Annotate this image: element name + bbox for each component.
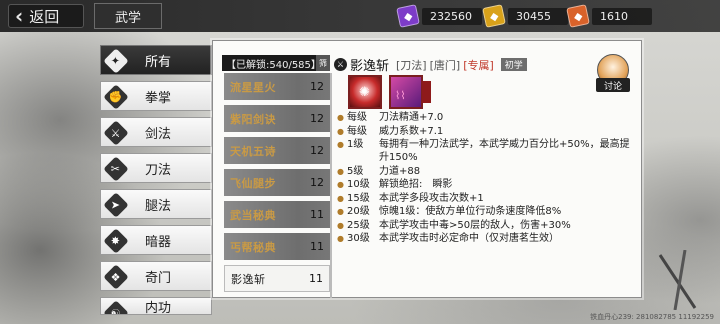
skill-item[interactable]: 丐帮秘典 11	[224, 233, 330, 260]
effect-row: ● 1级 每拥有一种刀法武学，本武学威力百分比+50%，最高提升150%	[337, 139, 630, 163]
currency-gold: ◆ 30455	[482, 4, 568, 28]
player-info: 铁血丹心239: 281082785 11192259	[590, 313, 714, 321]
sword-icon: ⚔	[103, 120, 129, 146]
category-fist[interactable]: ✊ 拳掌	[100, 81, 212, 111]
effect-row: ● 15级 本武学多段攻击次数+1	[337, 192, 484, 204]
top-bar: ‹ 返回 武学 ◆ 232560 ◆ 30455 ◆ 1610	[0, 0, 720, 32]
filter-button[interactable]: 筛	[316, 55, 330, 71]
skill-effects: ● 每级 刀法精通+7.0 ● 每级 威力系数+7.1 ● 1级 每拥有一种刀法武学，本武学…	[337, 111, 637, 246]
effect-row: ● 每级 威力系数+7.1	[337, 125, 444, 137]
skill-item[interactable]: 流星星火 12	[224, 73, 330, 100]
skill-list-scrollbar[interactable]	[330, 73, 332, 298]
skill-item[interactable]: 飞仙腿步 12	[224, 169, 330, 196]
flame-orb-icon: ✺	[359, 85, 370, 100]
page-title: 武学	[94, 3, 162, 29]
category-kick[interactable]: ➤ 腿法	[100, 189, 212, 219]
fist-icon: ✊	[103, 84, 129, 110]
category-sword[interactable]: ⚔ 剑法	[100, 117, 212, 147]
effect-row: ● 10级 解锁绝招: 瞬影	[337, 179, 453, 190]
skill-item[interactable]: 武当秘典 11	[224, 201, 330, 228]
effect-row: ● 5级 力道+88	[337, 165, 421, 177]
currency-orange: ◆ 1610	[566, 4, 652, 28]
category-list: ✦ 所有 ✊ 拳掌 ⚔ 剑法 ✂ 刀法 ➤ 腿法 ✸ 暗器 ❖ 奇门 ☯ 内功	[100, 45, 212, 321]
gold-token-icon: ◆	[482, 4, 506, 28]
effect-row: ● 20级 惊魄1级：使敌方单位行动条速度降低8%	[337, 206, 562, 217]
skill-exclusive-tag: [专属]	[463, 58, 494, 72]
wave-strike-icon: ⌇⌇	[395, 89, 406, 102]
effect-row: ● 每级 刀法精通+7.0	[337, 112, 444, 123]
skill-icon-slot[interactable]: ⌇⌇	[389, 75, 431, 109]
dart-icon: ✸	[103, 228, 129, 254]
skill-item[interactable]: 天机五诗 12	[224, 137, 330, 164]
category-arcane[interactable]: ❖ 奇门	[100, 261, 212, 291]
discussion-button[interactable]: 讨论	[596, 78, 630, 92]
skill-type-icon: ⚔	[334, 58, 347, 71]
currency-value: 30455	[508, 7, 568, 25]
currency-purple: ◆ 232560	[396, 4, 482, 28]
internal-icon: ☯	[103, 300, 129, 314]
skill-detail-header: ⚔ 影逸斩 [刀法] [唐门] [专属] 初学	[334, 55, 527, 74]
category-internal[interactable]: ☯ 内功	[100, 297, 212, 315]
purple-gem-icon: ◆	[396, 4, 420, 28]
back-label: 返回	[29, 7, 60, 26]
all-icon: ✦	[103, 48, 129, 74]
chevron-left-icon: ‹	[15, 4, 24, 28]
category-dart[interactable]: ✸ 暗器	[100, 225, 212, 255]
effect-row: ● 30级 本武学攻击时必定命中（仅对唐茗生效）	[337, 233, 559, 244]
side-marker	[422, 81, 431, 103]
back-button[interactable]: ‹ 返回	[8, 4, 84, 28]
crossed-swords-decoration	[658, 250, 697, 310]
skill-list: 流星星火 12 紫阳剑诀 12 天机五诗 12 飞仙腿步 12 武当秘典 11 …	[224, 73, 330, 297]
effect-row: ● 25级 本武学攻击中毒>50层的敌人，伤害+30%	[337, 219, 571, 231]
skill-item-selected[interactable]: 影逸斩 11	[224, 265, 330, 292]
category-blade[interactable]: ✂ 刀法	[100, 153, 212, 183]
kick-icon: ➤	[103, 192, 129, 218]
skill-type-tag: [刀法]	[396, 58, 427, 72]
skill-item[interactable]: 紫阳剑诀 12	[224, 105, 330, 132]
arcane-icon: ❖	[103, 264, 129, 290]
blade-icon: ✂	[103, 156, 129, 182]
orange-token-icon: ◆	[566, 4, 590, 28]
skill-stage-badge: 初学	[500, 58, 527, 71]
skill-icon-slot[interactable]: ✺	[348, 75, 382, 109]
unlocked-count: 【已解锁:540/585】	[222, 55, 330, 71]
currency-value: 1610	[592, 7, 652, 25]
category-all[interactable]: ✦ 所有	[100, 45, 212, 75]
currency-value: 232560	[422, 7, 482, 25]
skill-name: 影逸斩	[350, 59, 390, 74]
skill-school-tag: [唐门]	[429, 58, 461, 72]
